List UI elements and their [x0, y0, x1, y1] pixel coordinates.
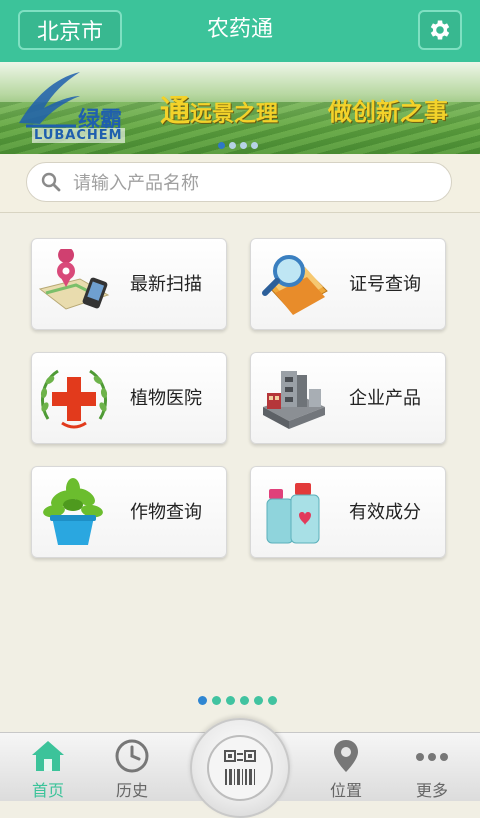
- tab-home[interactable]: 首页: [8, 733, 88, 801]
- qr-barcode-icon: [224, 750, 256, 785]
- feature-card-active-ingredient[interactable]: 有效成分: [250, 466, 446, 558]
- factory-icon: [263, 371, 325, 429]
- logo-leaf-icon: [19, 72, 80, 128]
- page-dot: [268, 696, 277, 705]
- tab-label: 历史: [115, 781, 148, 800]
- banner-page-indicator: [218, 142, 258, 149]
- page-dot: [226, 696, 235, 705]
- feature-grid: 最新扫描 证号查询 植物医院 企业产品 作物查询 有效成分: [0, 212, 480, 692]
- home-icon: [32, 741, 64, 771]
- feature-label: 有效成分: [349, 502, 421, 523]
- tab-label: 位置: [329, 781, 362, 800]
- feature-card-cert-query[interactable]: 证号查询: [250, 238, 446, 330]
- settings-button[interactable]: [418, 10, 462, 50]
- feature-label: 证号查询: [349, 274, 421, 295]
- feature-label: 植物医院: [130, 388, 202, 409]
- tab-more[interactable]: 更多: [392, 733, 472, 801]
- feature-card-crop-query[interactable]: 作物查询: [31, 466, 227, 558]
- page-indicator: [198, 696, 277, 705]
- city-selector-button[interactable]: 北京市: [18, 10, 122, 50]
- feature-card-company-products[interactable]: 企业产品: [250, 352, 446, 444]
- tab-location[interactable]: 位置: [306, 733, 386, 801]
- feature-card-latest-scan[interactable]: 最新扫描: [31, 238, 227, 330]
- brand-logo: 绿霸 LUBACHEM: [14, 68, 144, 148]
- red-cross-icon: [40, 369, 108, 429]
- top-bar: 北京市 农药通: [0, 0, 480, 62]
- feature-label: 最新扫描: [130, 274, 202, 295]
- feature-label: 作物查询: [130, 502, 202, 523]
- page-dot: [240, 696, 249, 705]
- search-input[interactable]: [71, 163, 435, 203]
- map-phone-icon: [38, 249, 110, 310]
- banner-dot: [251, 142, 258, 149]
- gear-icon: [430, 20, 450, 40]
- logo-text-en: LUBACHEM: [32, 128, 125, 143]
- tab-label: 更多: [415, 781, 448, 800]
- page-dot: [198, 696, 207, 705]
- feature-label: 企业产品: [349, 388, 421, 409]
- search-box[interactable]: [26, 162, 452, 203]
- banner-slogan-1: 通远景之理: [160, 94, 279, 129]
- clock-icon: [115, 739, 149, 773]
- scan-button-inner: [207, 735, 273, 801]
- search-area: [0, 154, 480, 213]
- page-dot: [254, 696, 263, 705]
- banner-dot: [229, 142, 236, 149]
- banner-slogan-2: 做创新之事: [328, 98, 448, 126]
- search-icon: [41, 172, 61, 192]
- folder-magnifier-icon: [262, 255, 328, 315]
- scan-button[interactable]: [190, 718, 290, 818]
- potted-plant-icon: [43, 478, 103, 545]
- promo-banner[interactable]: 绿霸 LUBACHEM 通远景之理 做创新之事: [0, 62, 480, 154]
- app-title: 农药通: [206, 17, 273, 42]
- more-dots-icon: [416, 753, 448, 761]
- banner-dot: [218, 142, 225, 149]
- page-dot: [212, 696, 221, 705]
- tab-label: 首页: [31, 781, 64, 800]
- bottles-icon: [266, 483, 320, 544]
- location-pin-icon: [334, 740, 358, 772]
- tab-history[interactable]: 历史: [92, 733, 172, 801]
- feature-card-plant-hospital[interactable]: 植物医院: [31, 352, 227, 444]
- banner-dot: [240, 142, 247, 149]
